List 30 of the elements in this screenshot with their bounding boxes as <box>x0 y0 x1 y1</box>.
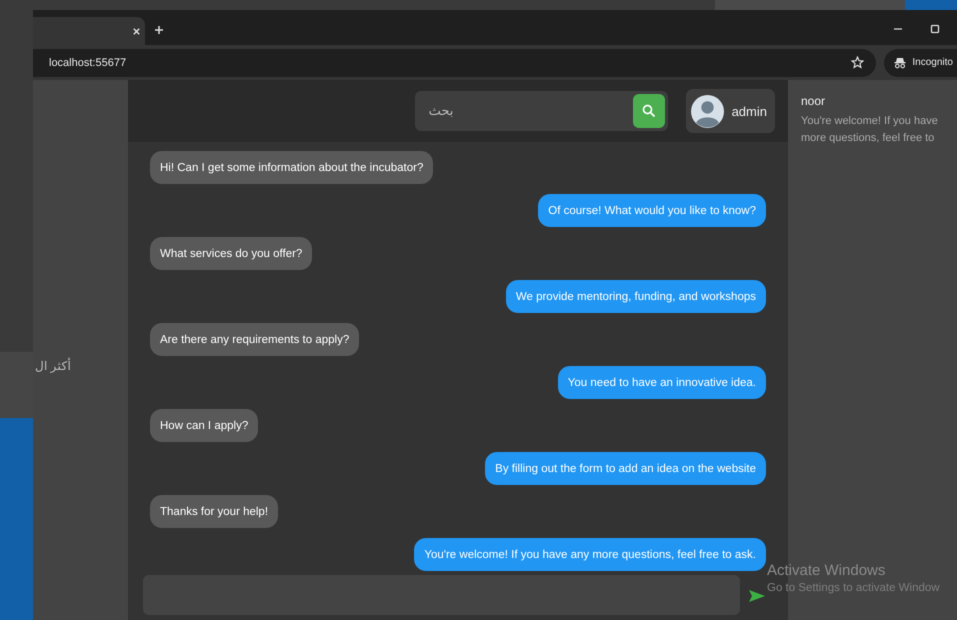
sent-message: Of course! What would you like to know? <box>538 194 766 228</box>
received-message: Thanks for your help! <box>150 495 278 528</box>
sent-message: You're welcome! If you have any more questions, feel free to ask. <box>414 538 766 572</box>
search-icon <box>642 104 656 118</box>
incognito-icon <box>894 56 906 68</box>
received-message: How can I apply? <box>150 409 258 442</box>
url-text: localhost:55677 <box>49 56 128 68</box>
search-button[interactable] <box>632 94 665 128</box>
avatar-icon <box>690 94 724 128</box>
plus-icon[interactable] <box>154 25 164 35</box>
sent-message: By filling out the form to add an idea on the website <box>485 452 766 486</box>
incognito-button[interactable]: Incognito <box>884 48 957 76</box>
user-chip[interactable]: admin <box>686 89 775 134</box>
star-icon[interactable] <box>851 56 864 69</box>
address-field[interactable]: localhost:55677 <box>33 48 876 76</box>
sent-message: We provide mentoring, funding, and workshops <box>506 280 766 314</box>
sent-message: You need to have an innovative idea. <box>558 366 766 400</box>
close-icon[interactable] <box>132 26 141 36</box>
search-input[interactable]: بحث <box>424 96 633 126</box>
received-message: Hi! Can I get some information about the incubator? <box>150 151 434 184</box>
activation-notice-title: Activate Windows <box>767 562 886 579</box>
send-icon[interactable] <box>748 589 766 604</box>
maximize-icon[interactable] <box>930 24 940 34</box>
message-preview: You're welcome! If you have more questions, feel free to <box>801 114 939 146</box>
received-message: Are there any requirements to apply? <box>150 323 360 356</box>
search-field[interactable]: بحث <box>414 91 668 132</box>
received-message: What services do you offer? <box>150 237 312 270</box>
sidebar-item[interactable]: أكثر ال <box>33 359 70 373</box>
activation-notice-text: Go to Settings to activate Window <box>767 582 940 594</box>
contact-name[interactable]: noor <box>801 94 957 108</box>
